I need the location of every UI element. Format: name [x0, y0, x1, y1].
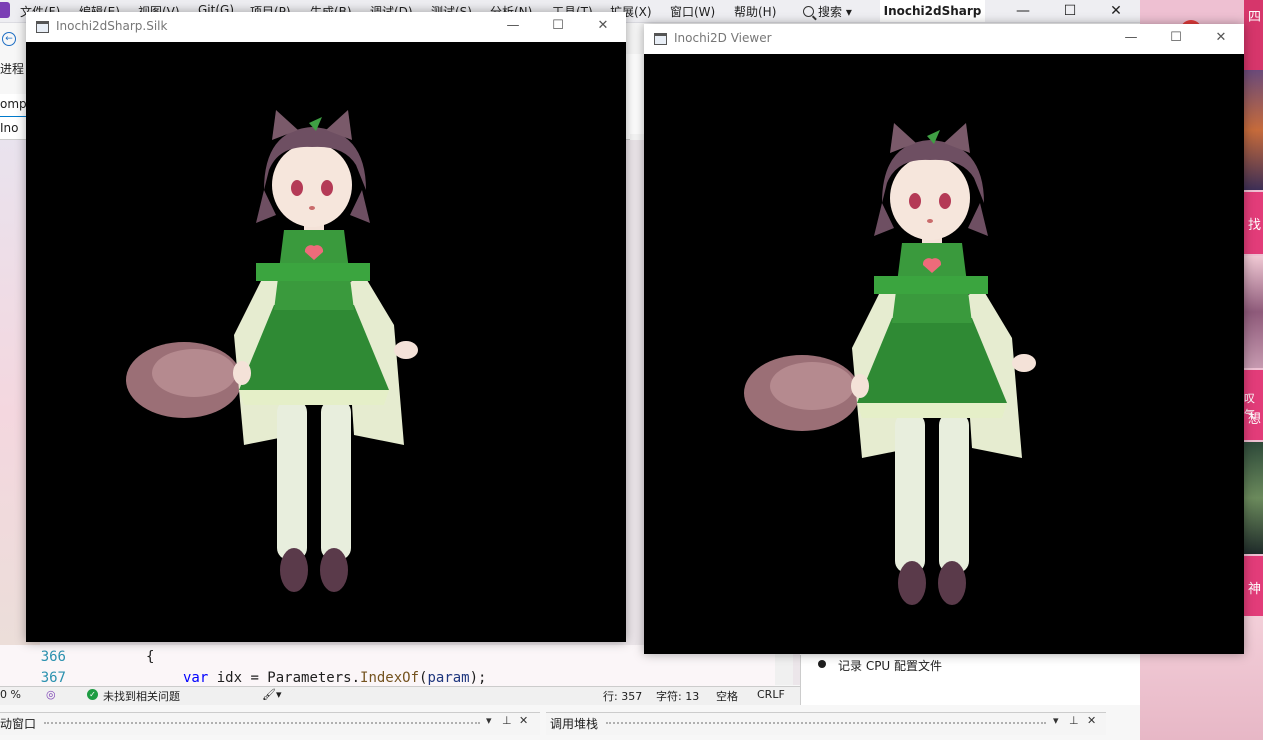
side-tile-label: 想 [1248, 412, 1262, 427]
minimize-button[interactable]: — [502, 16, 524, 36]
vs-maximize-button[interactable]: ☐ [1047, 0, 1093, 22]
render-viewport[interactable] [26, 42, 626, 642]
indent-mode[interactable]: 空格 [716, 688, 738, 704]
window-title: Inochi2D Viewer [674, 31, 772, 45]
record-cpu-profile-link[interactable]: 记录 CPU 配置文件 [838, 657, 942, 674]
line-number: 366 [40, 649, 66, 665]
side-tile[interactable]: 四 [1244, 0, 1263, 70]
call-stack-pin-icon[interactable]: ⊥ [1069, 714, 1079, 727]
search-label: 搜索 ▾ [818, 5, 852, 19]
window-titlebar[interactable]: Inochi2dSharp.Silk — ☐ ✕ [26, 12, 626, 42]
character-model[interactable] [26, 42, 626, 642]
call-stack-drag-handle[interactable] [606, 722, 1046, 724]
face [890, 156, 970, 240]
zoom-level[interactable]: 0 % [0, 688, 21, 701]
side-thumbnail[interactable] [1244, 70, 1263, 190]
right-leg [321, 400, 351, 560]
close-button[interactable]: ✕ [592, 16, 614, 36]
left-leg [277, 400, 307, 560]
autos-window-drag-handle[interactable] [44, 722, 480, 724]
ribbon-band [256, 263, 370, 281]
menu-help[interactable]: 帮助(H) [734, 3, 776, 20]
solution-name: Inochi2dSharp [880, 0, 985, 22]
record-bullet-icon [818, 660, 826, 668]
side-tile-label: 四 [1248, 10, 1262, 25]
right-leg [939, 413, 969, 573]
side-tile-label: 找 [1248, 218, 1262, 233]
minimize-button[interactable]: — [1120, 28, 1142, 48]
side-thumbnail[interactable] [1244, 442, 1263, 554]
call-stack-window-title[interactable]: 调用堆栈 [550, 715, 598, 732]
cursor-line[interactable]: 行: 357 [603, 688, 642, 704]
vs-minimize-button[interactable]: — [1000, 0, 1046, 22]
right-shoe [938, 561, 966, 605]
side-tile[interactable]: 神 [1244, 556, 1263, 616]
side-tile[interactable]: 叹气想 [1244, 370, 1263, 440]
search-icon [803, 6, 814, 17]
left-shoe [898, 561, 926, 605]
code-keyword: var [183, 670, 209, 686]
process-label: 进程 [0, 62, 25, 76]
code-line[interactable]: { [146, 649, 154, 665]
cursor-char[interactable]: 字符: 13 [656, 688, 699, 704]
autos-close-icon[interactable]: ✕ [519, 714, 528, 727]
check-circle-icon: ✓ [87, 689, 98, 700]
code-line[interactable]: var idx = Parameters.IndexOf(param); [183, 670, 486, 686]
left-leg [895, 413, 925, 573]
left-shoe [280, 548, 308, 592]
line-ending[interactable]: CRLF [757, 688, 785, 701]
window-titlebar[interactable]: Inochi2D Viewer — ☐ ✕ [644, 24, 1244, 54]
render-viewport[interactable] [644, 54, 1244, 654]
autos-pin-icon[interactable]: ⊥ [502, 714, 512, 727]
navigate-back-icon[interactable]: ← [2, 32, 16, 46]
call-stack-close-icon[interactable]: ✕ [1087, 714, 1096, 727]
side-tile-label: 神 [1248, 582, 1262, 597]
code-text: idx = Parameters. [208, 670, 361, 686]
line-number: 367 [40, 670, 66, 686]
autos-window-title[interactable]: 动窗口 [0, 715, 36, 732]
side-tile[interactable]: 找 [1244, 192, 1263, 254]
vs-close-button[interactable]: ✕ [1093, 0, 1139, 22]
menu-window[interactable]: 窗口(W) [670, 3, 715, 20]
vs-search[interactable]: 搜索 ▾ [803, 3, 852, 20]
ribbon-band [874, 276, 988, 294]
character-model[interactable] [644, 54, 1244, 654]
inochi2dsharp-silk-window[interactable]: Inochi2dSharp.Silk — ☐ ✕ [26, 12, 626, 642]
call-stack-dropdown-icon[interactable]: ▾ [1053, 714, 1059, 727]
side-thumbnail[interactable] [1244, 256, 1263, 368]
autos-dropdown-icon[interactable]: ▾ [486, 714, 492, 727]
document-tab[interactable]: Ino [0, 121, 19, 135]
right-shoe [320, 548, 348, 592]
maximize-button[interactable]: ☐ [1165, 28, 1187, 48]
vs-logo-icon[interactable] [0, 2, 10, 18]
app-window-icon [36, 21, 49, 33]
face [272, 143, 352, 227]
maximize-button[interactable]: ☐ [547, 16, 569, 36]
window-title: Inochi2dSharp.Silk [56, 19, 168, 33]
editor-right-strip [626, 54, 644, 134]
code-text: ); [469, 670, 487, 686]
close-button[interactable]: ✕ [1210, 28, 1232, 48]
code-parameter: param [427, 670, 470, 686]
code-method: IndexOf [360, 670, 420, 686]
app-window-icon [654, 33, 667, 45]
inochi2d-viewer-window[interactable]: Inochi2D Viewer — ☐ ✕ [644, 24, 1244, 654]
copilot-icon[interactable]: ◎ [46, 688, 56, 701]
issues-status[interactable]: 未找到相关问题 [103, 688, 180, 704]
cleanup-brush-icon[interactable]: 🖌▾ [262, 688, 282, 701]
